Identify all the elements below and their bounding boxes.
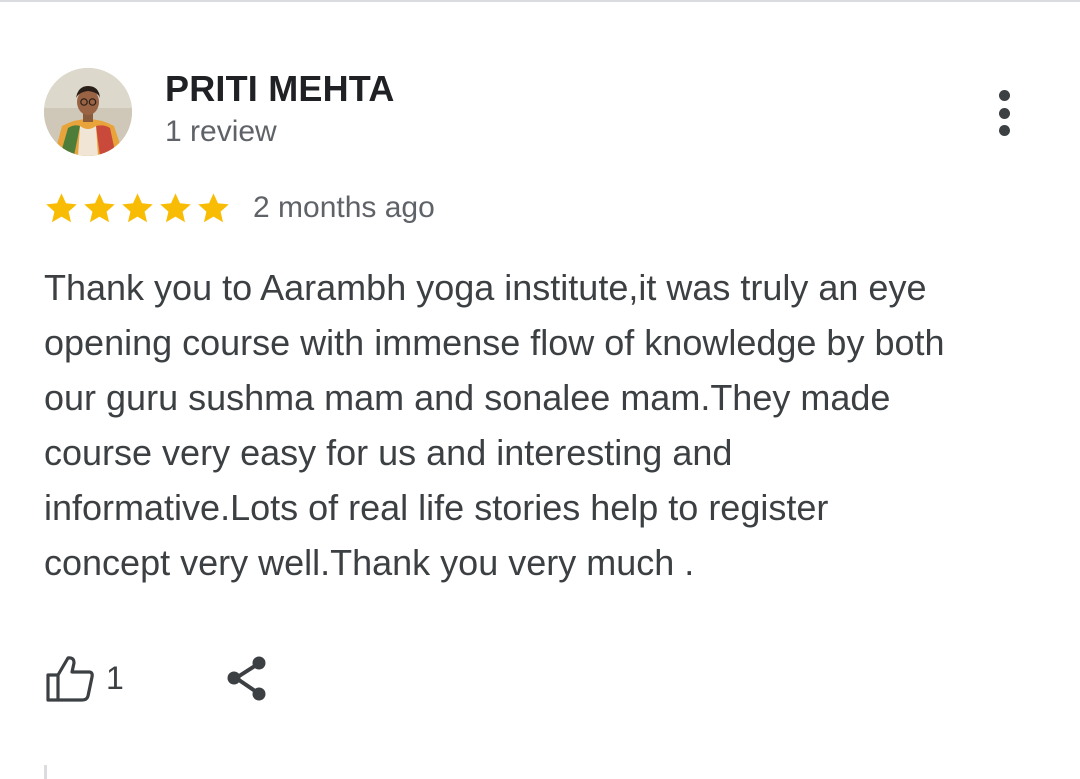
review-date: 2 months ago — [253, 191, 435, 224]
avatar-photo — [44, 68, 132, 156]
like-button[interactable]: 1 — [44, 650, 124, 706]
star-icon — [160, 192, 191, 222]
more-options-button[interactable] — [984, 86, 1024, 140]
star-icon — [198, 192, 229, 222]
share-icon — [227, 656, 266, 701]
more-vert-icon-dot — [998, 90, 1010, 101]
next-review-edge — [44, 765, 47, 779]
like-count: 1 — [106, 659, 124, 696]
top-divider — [0, 0, 1080, 2]
star-icon — [84, 192, 115, 222]
review-text: Thank you to Aarambh yoga institute,it w… — [44, 267, 945, 583]
author-avatar[interactable] — [44, 68, 132, 156]
rating-row: 2 months ago — [43, 188, 435, 228]
star-icon — [46, 192, 77, 222]
star-icon — [122, 192, 153, 222]
share-button[interactable] — [222, 652, 274, 704]
author-name[interactable]: PRITI MEHTA — [165, 68, 395, 110]
author-review-count: 1 review — [165, 115, 277, 148]
more-vert-icon-dot — [998, 125, 1010, 136]
star-rating — [43, 190, 233, 227]
more-vert-icon-dot — [998, 107, 1010, 119]
thumbs-up-icon — [46, 656, 94, 702]
